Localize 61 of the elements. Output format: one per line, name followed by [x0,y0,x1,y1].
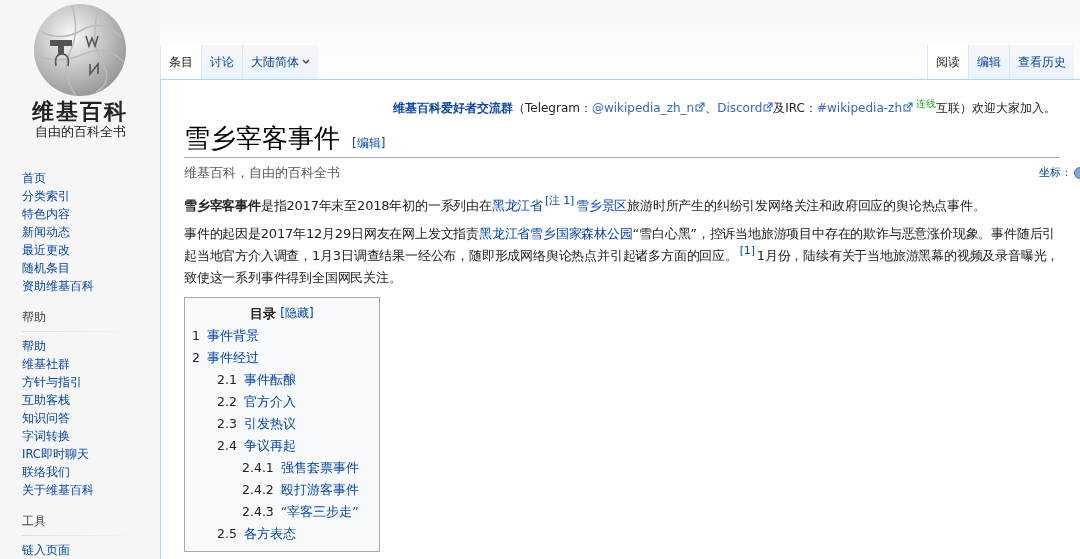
toc-entry[interactable]: 2.4.1 强售套票事件 [242,457,359,479]
sidebar-link[interactable]: 链入页面 [22,541,70,559]
page-subtitle: 维基百科，自由的百科全书 [184,164,340,182]
reference-link[interactable]: [1] [739,244,755,257]
site-tagline: 自由的百科全书 [34,124,126,140]
sidebar-link[interactable]: 首页 [22,169,46,187]
page-tab[interactable]: 查看历史 [1009,45,1074,79]
external-link-icon [903,102,913,112]
toc-entry[interactable]: 2.3 引发热议 [217,413,296,435]
toc-entry[interactable]: 1 事件背景 [192,325,259,347]
article-paragraph: 雪乡宰客事件是指2017年末至2018年初的一系列由在黑龙江省$^{[注 1]}$雪乡景区旅游时所产生的纠纷引发网络关注和政府回应的舆论热点事件。 [184,194,987,215]
page-tab[interactable]: 大陆简体 [242,45,318,79]
sidebar-link[interactable]: 互助客栈 [22,391,70,409]
community-link[interactable]: 维基百科爱好者交流群 [392,101,513,115]
sidebar-link[interactable]: 维基社群 [22,355,70,373]
external-link[interactable]: Discord [717,101,774,115]
article-paragraph: 事件的起因是2017年12月29日网友在网上发文指责黑龙江省雪乡国家森林公园“雪白心黑”，控诉当地旅游项目中存在的欺诈与恶意涨价现象。事件随后引起当地官方介入调查，1月3日调查结果一经公布，随即形成网络舆论热点并引起诸多方面的回应。$^{[1]}$1月份，陆续有关于当地旅游黑幕的视频及录音曝光，致使这一系列事件得到全国网民关注。 [184,224,1060,287]
sidebar-link[interactable]: 帮助 [22,337,46,355]
sidebar-heading: 工具 [22,513,46,530]
sidebar-link[interactable]: 联络我们 [22,463,70,481]
sidebar-link[interactable]: 知识问答 [22,409,70,427]
toc-entry[interactable]: 2.4 争议再起 [217,435,296,457]
status-note: 连线 [916,98,936,109]
toc-entry[interactable]: 2.2 官方介入 [217,391,296,413]
external-link-icon [695,102,706,112]
article-link[interactable]: 雪乡景区 [576,197,628,213]
puzzle-globe-icon [32,2,128,98]
page-tab[interactable]: 编辑 [968,45,1009,79]
toc-title: 目录 [250,304,277,323]
external-link[interactable]: @wikipedia_zh_n [591,101,706,115]
toc-entry[interactable]: 2.4.3 “宰客三步走” [242,501,359,523]
sidebar-link[interactable]: 最近更改 [22,241,70,259]
edit-link[interactable]: [编辑] [352,134,386,152]
sidebar-link[interactable]: 字词转换 [22,427,70,445]
toc-entry[interactable]: 2.4.2 殴打游客事件 [242,479,359,501]
sidebar-link[interactable]: 随机条目 [22,259,70,277]
article-link[interactable]: 黑龙江省雪乡国家森林公园 [478,225,633,241]
reference-link[interactable]: [注 1] [545,194,575,207]
page-tab[interactable]: 阅读 [927,45,968,79]
toc-entry[interactable]: 2.5 各方表态 [217,523,296,545]
sidebar-link[interactable]: 特色内容 [22,205,70,223]
sidebar-link[interactable]: 资助维基百科 [22,277,94,295]
external-link[interactable]: #wikipedia-zh [816,101,913,115]
toc-toggle-link[interactable]: [隐藏] [280,303,314,323]
article-link[interactable]: 黑龙江省 [491,197,543,213]
caret-icon [302,59,310,65]
sidebar-link[interactable]: 关于维基百科 [22,481,94,499]
coordinates-label: 坐标： [1039,164,1072,181]
external-link-icon [763,102,774,112]
toc-entry[interactable]: 2.1 事件酝酿 [217,369,296,391]
sidebar-heading: 帮助 [22,309,46,326]
community-notice: 维基百科爱好者交流群（Telegram：@wikipedia_zh_n 、Discord 及IRC：#wikipedia-zh $^{连线}$互联）欢迎大家加入。 [391,99,1056,117]
site-name: 维基百科 [32,98,128,124]
toc-entry[interactable]: 2 事件经过 [192,347,259,369]
sidebar-link[interactable]: 新闻动态 [22,223,70,241]
sidebar-link[interactable]: IRC即时聊天 [22,445,89,463]
page-tab[interactable]: 条目 [160,45,201,79]
sidebar-link[interactable]: 分类索引 [22,187,70,205]
page-title: 雪乡宰客事件 [184,122,340,155]
page-tab[interactable]: 讨论 [201,45,242,79]
sidebar-link[interactable]: 方针与指引 [22,373,82,391]
